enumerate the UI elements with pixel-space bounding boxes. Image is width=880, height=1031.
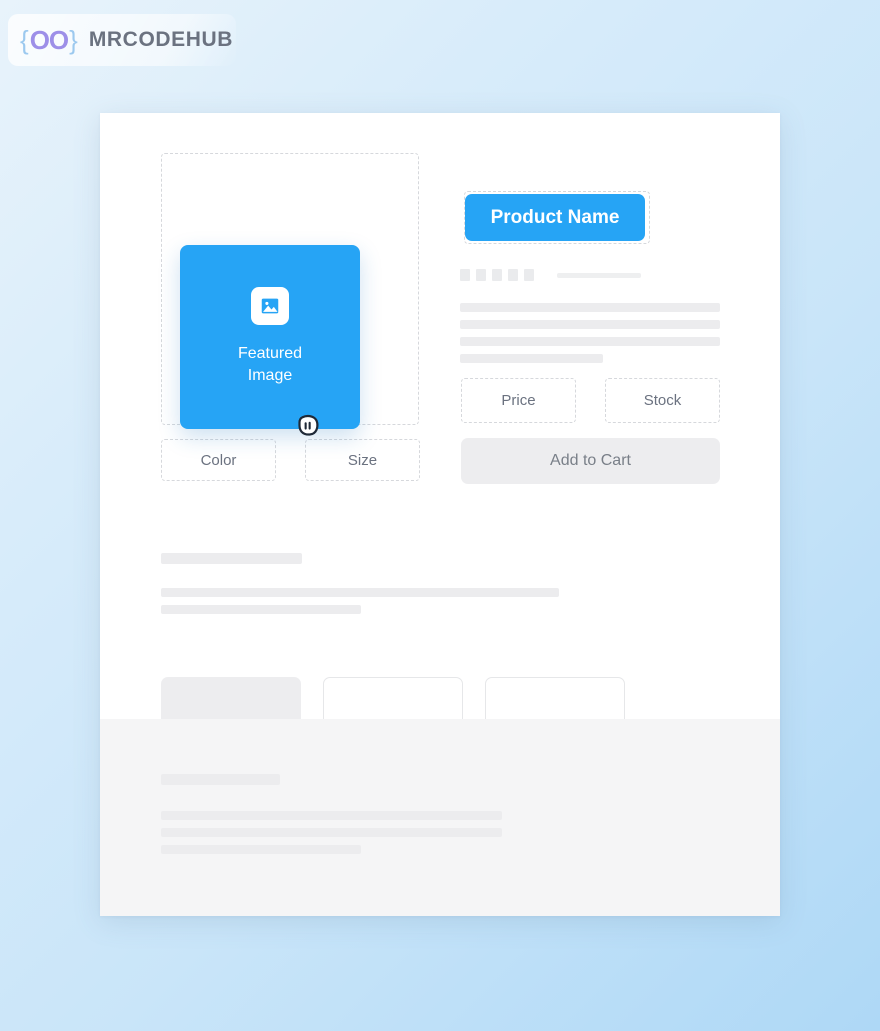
logo-brace-open-icon: {	[20, 25, 29, 55]
featured-image-label-line2: Image	[247, 367, 293, 384]
featured-image-label-line1: Featured	[237, 345, 303, 362]
rating-square	[476, 269, 486, 281]
rating-square	[460, 269, 470, 281]
product-description-placeholder	[460, 303, 720, 371]
add-to-cart-label: Add to Cart	[550, 452, 631, 469]
logo-mark: {OO}	[20, 27, 78, 53]
footer-section	[100, 719, 780, 916]
field-stock-label: Stock	[643, 392, 682, 409]
featured-image-label: Featured Image	[215, 343, 325, 387]
add-to-cart-button[interactable]: Add to Cart	[461, 438, 720, 484]
field-stock[interactable]: Stock	[605, 378, 720, 423]
logo-oo-icon: OO	[29, 25, 69, 55]
rating-square	[508, 269, 518, 281]
brand-logo[interactable]: {OO} MRCODEHUB	[8, 14, 236, 66]
skeleton-line	[460, 354, 603, 363]
skeleton-line	[460, 337, 720, 346]
skeleton-line	[161, 845, 361, 854]
rating-placeholder	[460, 269, 534, 281]
rating-count-placeholder	[557, 273, 641, 278]
skeleton-line	[161, 811, 502, 820]
option-field-size-label: Size	[347, 451, 378, 469]
product-page-card: Featured Image Color Size Product Name P…	[100, 113, 780, 916]
option-field-color-label: Color	[200, 451, 237, 469]
option-field-color[interactable]: Color	[161, 439, 276, 481]
skeleton-line	[460, 320, 720, 329]
skeleton-heading	[161, 553, 302, 564]
grabbing-hand-cursor	[294, 409, 324, 441]
product-name-label: Product Name	[490, 206, 620, 228]
rating-square	[492, 269, 502, 281]
skeleton-heading	[161, 774, 280, 785]
featured-image-block[interactable]: Featured Image	[180, 245, 360, 429]
option-field-size[interactable]: Size	[305, 439, 420, 481]
rating-square	[524, 269, 534, 281]
logo-brace-close-icon: }	[69, 25, 78, 55]
middle-content-placeholder	[161, 553, 721, 614]
product-name-badge[interactable]: Product Name	[465, 194, 645, 241]
skeleton-line	[161, 828, 502, 837]
logo-wordmark: MRCODEHUB	[88, 28, 234, 51]
field-price[interactable]: Price	[461, 378, 576, 423]
field-price-label: Price	[501, 392, 536, 409]
skeleton-line	[460, 303, 720, 312]
image-placeholder-icon	[251, 287, 289, 325]
skeleton-line	[161, 588, 559, 597]
skeleton-line	[161, 605, 361, 614]
